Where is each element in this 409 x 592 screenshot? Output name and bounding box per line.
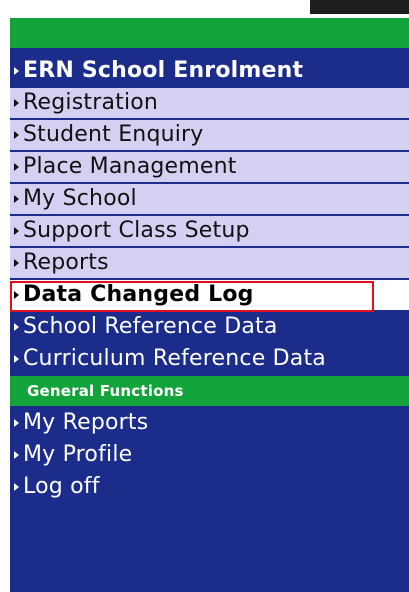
menu-item-log-off[interactable]: Log off: [10, 472, 409, 504]
triangle-right-icon: [14, 323, 19, 331]
triangle-right-icon: [14, 451, 19, 459]
banner-dark-strip: [310, 0, 409, 14]
menu-item-my-school[interactable]: My School: [10, 184, 409, 216]
menu-item-school-reference-data[interactable]: School Reference Data: [10, 312, 409, 344]
menu-item-label: My Profile: [23, 442, 133, 467]
menu-item-place-management[interactable]: Place Management: [10, 152, 409, 184]
menu-item-my-reports[interactable]: My Reports: [10, 408, 409, 440]
triangle-right-icon: [14, 259, 19, 267]
navigation-panel: ERN School Enrolment Registration Studen…: [10, 0, 409, 592]
main-menu: ERN School Enrolment Registration Studen…: [10, 56, 409, 504]
menu-item-label: Support Class Setup: [23, 218, 250, 243]
triangle-right-icon: [14, 99, 19, 107]
menu-item-label: Student Enquiry: [23, 122, 204, 147]
menu-item-label: My School: [23, 186, 137, 211]
triangle-right-icon: [14, 163, 19, 171]
triangle-right-icon: [14, 67, 19, 75]
section-header-general-functions: General Functions: [10, 376, 409, 408]
menu-header-label: ERN School Enrolment: [23, 58, 304, 83]
menu-item-my-profile[interactable]: My Profile: [10, 440, 409, 472]
banner-green-band: [10, 18, 409, 48]
menu-item-student-enquiry[interactable]: Student Enquiry: [10, 120, 409, 152]
menu-item-label: Place Management: [23, 154, 237, 179]
menu-item-reports[interactable]: Reports: [10, 248, 409, 280]
menu-item-label: Curriculum Reference Data: [23, 346, 326, 371]
triangle-right-icon: [14, 355, 19, 363]
triangle-right-icon: [14, 419, 19, 427]
menu-item-registration[interactable]: Registration: [10, 88, 409, 120]
triangle-right-icon: [14, 483, 19, 491]
menu-header-ern-school-enrolment[interactable]: ERN School Enrolment: [10, 56, 409, 88]
triangle-right-icon: [14, 195, 19, 203]
menu-item-label: Registration: [23, 90, 159, 115]
section-title: General Functions: [27, 382, 184, 400]
menu-item-label: My Reports: [23, 410, 149, 435]
triangle-right-icon: [14, 291, 19, 299]
triangle-right-icon: [14, 227, 19, 235]
menu-item-curriculum-reference-data[interactable]: Curriculum Reference Data: [10, 344, 409, 376]
menu-item-label: Log off: [23, 474, 100, 499]
top-banner: [10, 0, 409, 56]
menu-item-support-class-setup[interactable]: Support Class Setup: [10, 216, 409, 248]
menu-item-label: Data Changed Log: [23, 282, 254, 307]
banner-navy-line: [10, 48, 409, 56]
menu-item-label: School Reference Data: [23, 314, 278, 339]
menu-item-label: Reports: [23, 250, 109, 275]
menu-item-data-changed-log[interactable]: Data Changed Log: [10, 280, 409, 312]
triangle-right-icon: [14, 131, 19, 139]
